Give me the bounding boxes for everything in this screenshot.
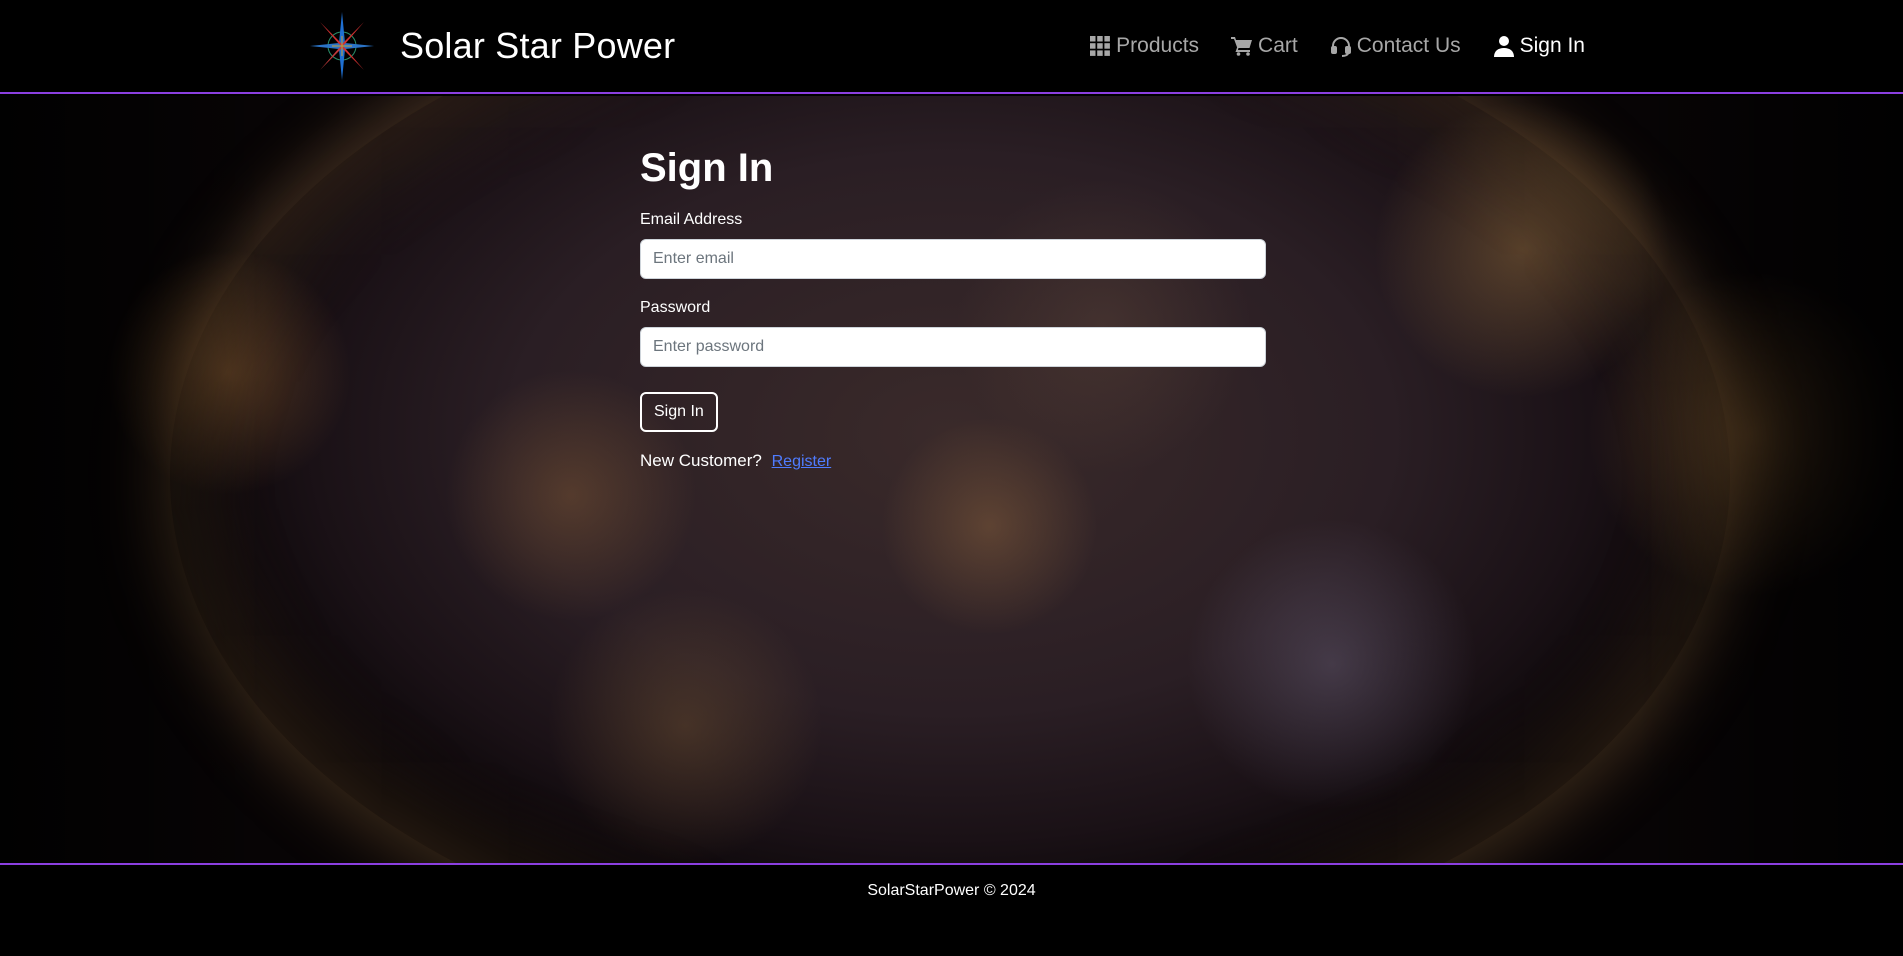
user-icon — [1493, 35, 1515, 57]
nav-label-products: Products — [1116, 34, 1200, 57]
email-field[interactable] — [640, 239, 1266, 279]
sign-in-form: Sign In Email Address Password Sign In N… — [640, 146, 1266, 471]
top-navbar: Solar Star Power Products Cart Contact U… — [0, 0, 1903, 94]
nav-label-sign-in: Sign In — [1519, 34, 1585, 57]
nav-label-cart: Cart — [1258, 34, 1298, 57]
main-nav: Products Cart Contact Us Sign In — [1057, 34, 1585, 58]
footer-copyright: SolarStarPower © 2024 — [867, 882, 1036, 899]
compass-star-icon — [310, 12, 374, 80]
new-customer-text: New Customer? — [640, 451, 762, 470]
nav-item-sign-in[interactable]: Sign In — [1493, 34, 1585, 58]
register-link[interactable]: Register — [772, 453, 832, 470]
password-label: Password — [640, 299, 711, 316]
nav-item-products[interactable]: Products — [1089, 34, 1199, 58]
password-field[interactable] — [640, 327, 1266, 367]
grid-icon — [1089, 35, 1111, 57]
email-field-group: Email Address — [640, 211, 1266, 279]
password-field-group: Password — [640, 299, 1266, 367]
brand[interactable]: Solar Star Power — [308, 10, 675, 82]
main-content: Sign In Email Address Password Sign In N… — [0, 96, 1903, 864]
nav-label-contact-us: Contact Us — [1356, 34, 1461, 57]
nav-item-contact-us[interactable]: Contact Us — [1330, 34, 1461, 58]
register-row: New Customer? Register — [640, 451, 1266, 471]
brand-name: Solar Star Power — [400, 25, 676, 66]
cart-icon — [1231, 35, 1253, 57]
sign-in-button[interactable]: Sign In — [640, 392, 718, 432]
footer: SolarStarPower © 2024 — [0, 863, 1903, 956]
page-title: Sign In — [640, 146, 774, 190]
headset-icon — [1330, 35, 1352, 57]
email-label: Email Address — [640, 211, 743, 228]
nav-item-cart[interactable]: Cart — [1231, 34, 1298, 58]
